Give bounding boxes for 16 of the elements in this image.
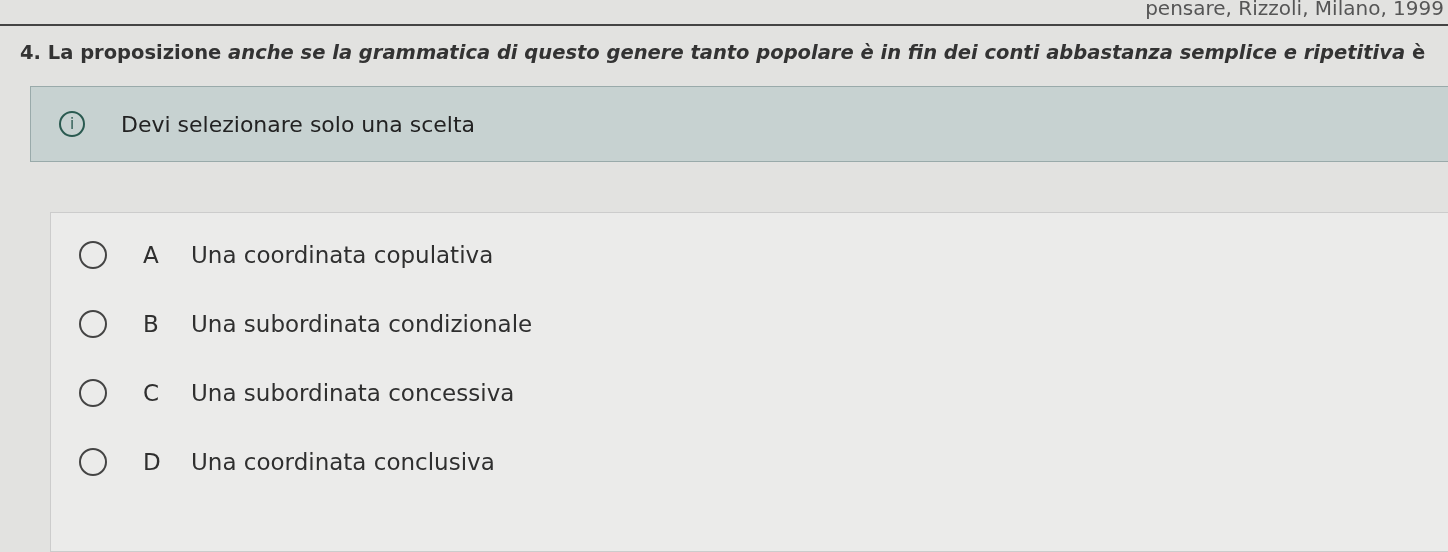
option-letter: A: [143, 242, 160, 268]
option-text: Una subordinata condizionale: [191, 311, 533, 337]
option-letter: B: [143, 311, 160, 337]
info-text: Devi selezionare solo una scelta: [121, 111, 476, 137]
citation-text: pensare, Rizzoli, Milano, 1999: [1145, 0, 1445, 20]
option-text: Una coordinata conclusiva: [191, 449, 495, 475]
option-text: Una subordinata concessiva: [191, 380, 515, 406]
option-text: Una coordinata copulativa: [191, 242, 494, 268]
option-letter: D: [143, 449, 162, 475]
question-text: 4. La proposizione anche se la grammatica di questo genere tanto popolare è in fin dei conti abbastanza semplice e ripetitiva è: [19, 40, 1427, 66]
radio-button[interactable]: [79, 241, 107, 269]
option-letter: C: [143, 380, 161, 406]
radio-button[interactable]: [79, 448, 107, 476]
radio-button[interactable]: [79, 379, 107, 407]
info-icon: i: [59, 111, 85, 137]
radio-button[interactable]: [79, 310, 107, 338]
